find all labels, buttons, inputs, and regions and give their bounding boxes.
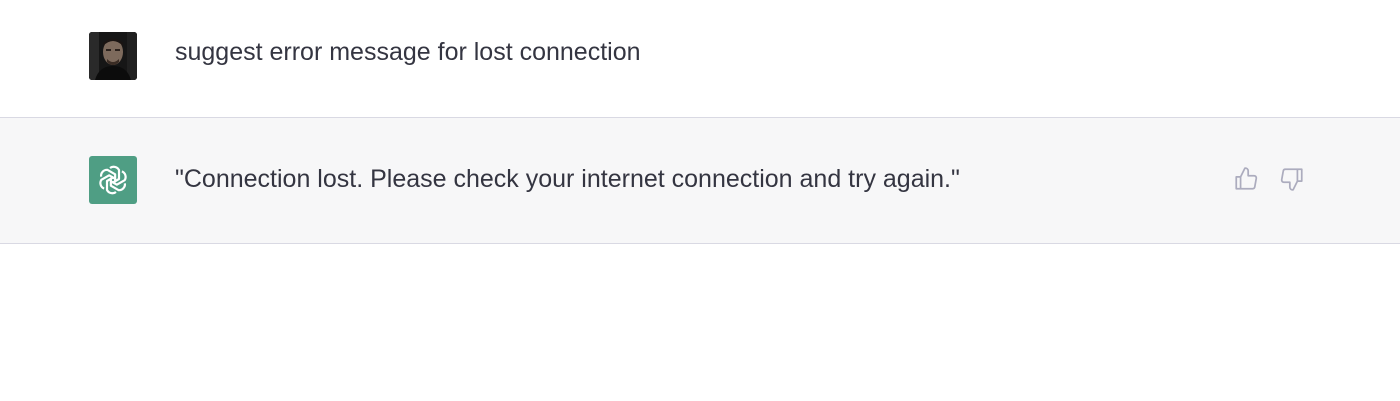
user-message-row: suggest error message for lost connectio…	[0, 0, 1400, 118]
thumbs-up-icon	[1235, 167, 1258, 190]
user-avatar	[89, 32, 137, 80]
assistant-message-text: "Connection lost. Please check your inte…	[175, 165, 960, 193]
thumbs-down-button[interactable]	[1276, 163, 1308, 195]
feedback-buttons	[1230, 163, 1308, 195]
assistant-avatar	[89, 156, 137, 204]
user-photo-avatar-icon	[89, 32, 137, 80]
openai-logo-icon	[99, 165, 127, 195]
user-message-text: suggest error message for lost connectio…	[175, 38, 641, 66]
empty-space	[0, 245, 1400, 401]
thumbs-down-icon	[1280, 168, 1303, 191]
thumbs-up-button[interactable]	[1230, 163, 1262, 195]
assistant-message-row: "Connection lost. Please check your inte…	[0, 118, 1400, 244]
chat-thread: suggest error message for lost connectio…	[0, 0, 1400, 244]
